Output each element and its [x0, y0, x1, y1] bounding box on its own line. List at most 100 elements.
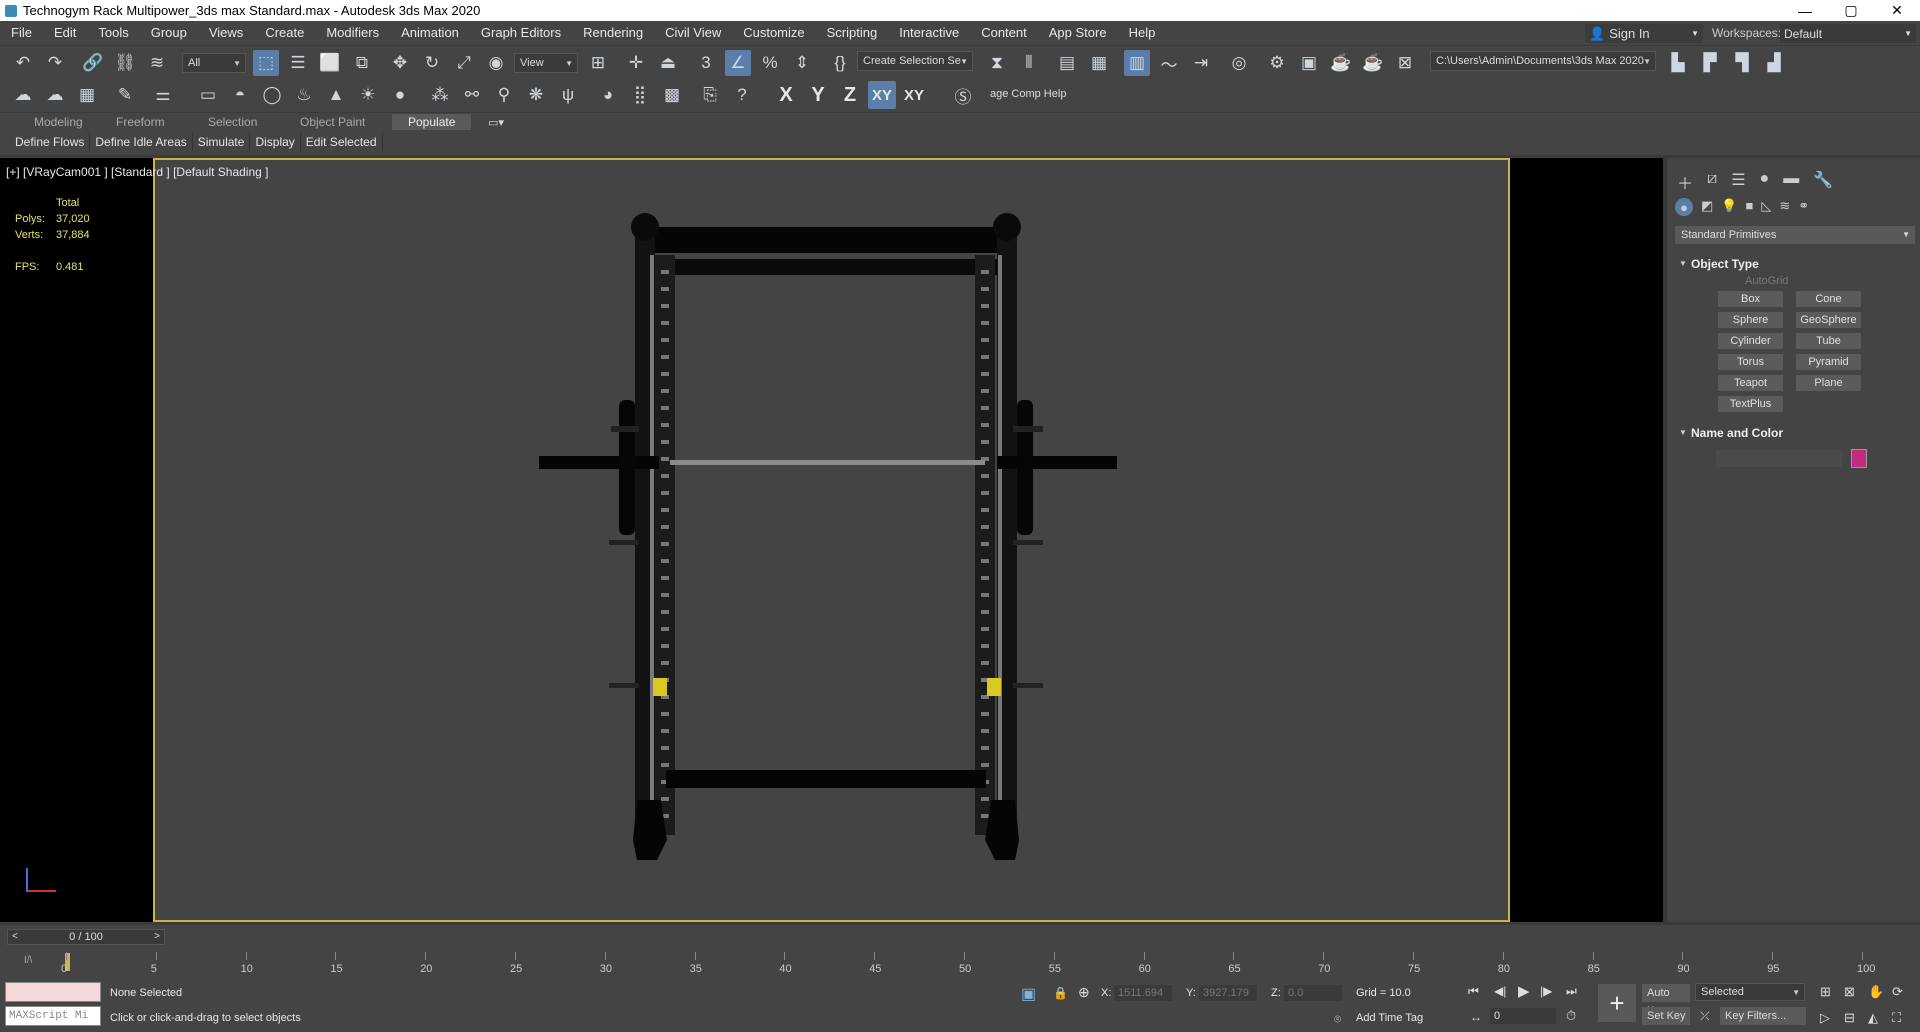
menu-interactive[interactable]: Interactive [888, 21, 970, 45]
systems-icon[interactable]: ⚭ [1798, 198, 1809, 216]
prev-frame-icon[interactable]: < [12, 930, 18, 944]
play-icon[interactable]: ▶ [1518, 982, 1530, 1000]
fur-icon[interactable]: ❋ [523, 82, 549, 108]
maxscript-listener-output[interactable] [5, 982, 101, 1002]
zoom-region-icon[interactable]: ⊟ [1844, 1010, 1855, 1026]
toggle-ribbon-icon[interactable]: ▥ [1124, 50, 1150, 76]
utilities-tab-icon[interactable]: 🔧 [1813, 170, 1833, 194]
next-frame-icon[interactable]: > [154, 930, 160, 944]
previous-frame-icon[interactable]: ◀| [1494, 984, 1506, 998]
close-button[interactable]: ✕ [1874, 0, 1920, 21]
keyboard-shortcut-icon[interactable]: ⏏ [655, 50, 681, 76]
field-of-view-icon[interactable]: ◭ [1868, 1010, 1878, 1026]
sliders-icon[interactable]: ⚌ [150, 82, 176, 108]
menu-create[interactable]: Create [254, 21, 315, 45]
zoom-all-icon[interactable]: ⊠ [1844, 984, 1855, 1000]
schematic-view-icon[interactable]: ⇥ [1188, 50, 1214, 76]
layer-explorer-icon[interactable]: ▦ [1086, 50, 1112, 76]
scene-explorer-icon[interactable]: ▤ [1054, 50, 1080, 76]
ribbon-options-icon[interactable]: ▭▾ [488, 116, 504, 129]
scale-icon[interactable]: ⤢ [451, 50, 477, 76]
help-icon[interactable]: Ⓢ [950, 82, 976, 108]
define-flows-button[interactable]: Define Flows [10, 133, 91, 151]
sign-in-button[interactable]: 👤 Sign In ▼ [1585, 24, 1703, 43]
spinner-snap-icon[interactable]: ⇕ [789, 50, 815, 76]
object-name-field[interactable] [1716, 450, 1842, 467]
curve-editor-mini-icon[interactable]: I/\ [24, 955, 32, 966]
y-coordinate-field[interactable]: 3927.179 [1199, 985, 1257, 1001]
go-to-end-icon[interactable]: ⏭ [1566, 984, 1577, 999]
menu-views[interactable]: Views [198, 21, 254, 45]
container-icon[interactable]: ☁ [10, 82, 36, 108]
select-object-icon[interactable]: ⬚ [253, 50, 279, 76]
curve-editor-icon[interactable]: 〜 [1156, 50, 1182, 76]
time-slider[interactable]: < 0 / 100 > [7, 929, 165, 945]
name-and-color-rollout[interactable]: Name and Color [1675, 423, 1915, 443]
walk-icon[interactable]: ▷ [1820, 1010, 1830, 1026]
motion-tab-icon[interactable]: ● [1760, 170, 1770, 194]
pyramid-button[interactable]: Pyramid [1796, 354, 1861, 370]
simulate-button[interactable]: Simulate [193, 133, 251, 151]
mirror-icon[interactable]: ⧗ [984, 50, 1010, 76]
maximize-viewport-icon[interactable]: ⛶ [1892, 1010, 1901, 1026]
x-coordinate-field[interactable]: 1511.694 [1114, 985, 1172, 1001]
menu-app-store[interactable]: App Store [1038, 21, 1118, 45]
unlink-icon[interactable]: ⛓ [112, 50, 138, 76]
project-folder-icon[interactable]: ▙ [1665, 50, 1691, 76]
geometry-icon[interactable]: ● [1675, 198, 1693, 216]
current-frame-field[interactable]: 0 [1490, 1008, 1556, 1024]
autogrid-checkbox[interactable]: AutoGrid [1745, 275, 1788, 287]
menu-civil-view[interactable]: Civil View [654, 21, 732, 45]
tab-modeling[interactable]: Modeling [34, 115, 83, 129]
cloud-icon[interactable]: ☁ [42, 82, 68, 108]
circle-icon[interactable]: ◯ [259, 82, 285, 108]
constrain-y-button[interactable]: Y [804, 81, 832, 109]
menu-customize[interactable]: Customize [732, 21, 815, 45]
cylinder-button[interactable]: Cylinder [1718, 333, 1783, 349]
constrain-z-button[interactable]: Z [836, 81, 864, 109]
sun-light-icon[interactable]: ☀ [355, 82, 381, 108]
tab-object-paint[interactable]: Object Paint [300, 115, 365, 129]
menu-content[interactable]: Content [970, 21, 1038, 45]
constrain-xy-button[interactable]: XY [868, 81, 896, 109]
key-selection-dropdown[interactable]: Selected ▼ [1695, 983, 1805, 1001]
create-tab-icon[interactable]: ＋ [1677, 170, 1693, 194]
rectangular-selection-icon[interactable]: ⬜ [317, 50, 343, 76]
box-button[interactable]: Box [1718, 291, 1783, 307]
sphere-icon[interactable]: ● [387, 82, 413, 108]
minimize-button[interactable]: — [1782, 0, 1828, 21]
compositor-icon[interactable]: ▩ [659, 82, 685, 108]
redo-icon[interactable]: ↷ [42, 50, 68, 76]
move-icon[interactable]: ✥ [387, 50, 413, 76]
object-type-rollout[interactable]: Object Type [1675, 254, 1915, 274]
edit-selected-button[interactable]: Edit Selected [301, 133, 383, 151]
link-icon[interactable]: 🔗 [80, 50, 106, 76]
constrain-x-button[interactable]: X [772, 81, 800, 109]
plane-primitive-icon[interactable]: ▭ [195, 82, 221, 108]
add-time-tag-button[interactable]: Add Time Tag [1356, 1012, 1423, 1024]
hemisphere-icon[interactable]: ◓ [227, 82, 253, 108]
set-project-icon[interactable]: ▛ [1697, 50, 1723, 76]
render-production-icon[interactable]: ☕ [1328, 50, 1354, 76]
menu-help[interactable]: Help [1118, 21, 1167, 45]
align-icon[interactable]: ⫴ [1016, 50, 1042, 76]
menu-edit[interactable]: Edit [43, 21, 87, 45]
project-path-dropdown[interactable]: C:\Users\Admin\Documents\3ds Max 2020 ▼ [1430, 51, 1656, 71]
menu-scripting[interactable]: Scripting [816, 21, 889, 45]
calendar-icon[interactable]: ▦ [74, 82, 100, 108]
geosphere-button[interactable]: GeoSphere [1796, 312, 1861, 328]
brush-icon[interactable]: ✎ [112, 82, 138, 108]
tube-button[interactable]: Tube [1796, 333, 1861, 349]
orbit-icon[interactable]: ⟳ [1892, 984, 1903, 1000]
connect-icon[interactable]: ⚯ [459, 82, 485, 108]
percent-snap-icon[interactable]: % [757, 50, 783, 76]
window-crossing-icon[interactable]: ⧉ [349, 50, 375, 76]
cone-icon[interactable]: ▲ [323, 82, 349, 108]
lock-icon[interactable]: 🔒 [1053, 986, 1068, 1000]
textplus-button[interactable]: TextPlus [1718, 396, 1783, 412]
define-idle-areas-button[interactable]: Define Idle Areas [90, 133, 193, 151]
track-bar[interactable]: I/\ 0 5 10 15 20 25 30 35 40 45 50 55 60 65 70 75 80 85 90… [0, 949, 1920, 976]
create-selection-set-dropdown[interactable]: Create Selection Se ▼ [857, 51, 973, 71]
constrain-xy-plane-button[interactable]: XY [900, 81, 928, 109]
shapes-icon[interactable]: ◩ [1701, 198, 1713, 216]
